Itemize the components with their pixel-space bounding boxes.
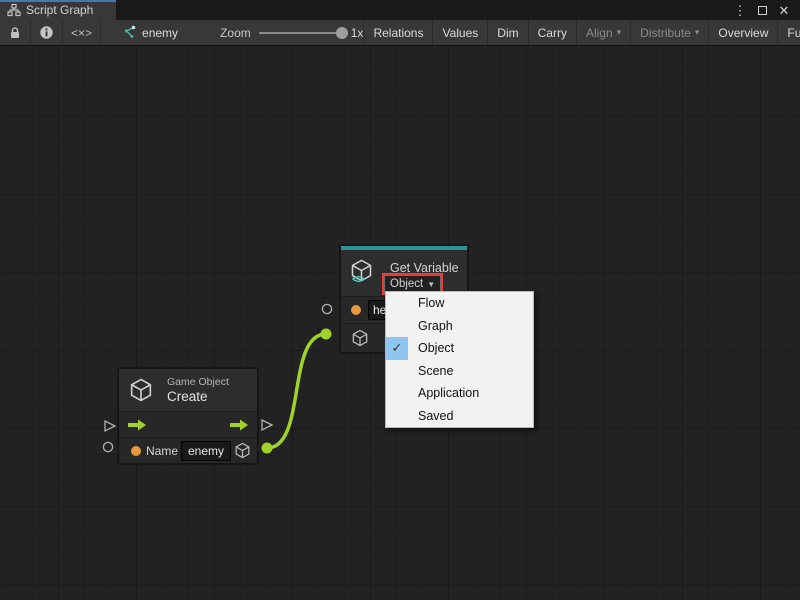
menu-item-label: Object <box>418 341 454 355</box>
close-icon[interactable]: ✕ <box>776 4 792 17</box>
scope-value: Object <box>390 278 423 290</box>
gameobject-cube-icon <box>127 376 155 404</box>
name-label: Name <box>146 444 178 458</box>
node-title: Create <box>167 389 208 404</box>
window-controls: ⋮ ✕ <box>732 0 800 20</box>
chevron-down-icon: ▼ <box>427 280 435 289</box>
menu-item-scene[interactable]: Scene <box>386 360 533 383</box>
window-menu-icon[interactable]: ⋮ <box>732 4 748 17</box>
string-port-dot[interactable] <box>131 446 141 456</box>
gameobject-name-input[interactable] <box>181 441 231 461</box>
flow-output-port[interactable] <box>259 417 275 433</box>
overview-button[interactable]: Overview <box>708 20 777 45</box>
zoom-level: 1x <box>351 26 364 40</box>
menu-item-flow[interactable]: Flow <box>386 292 533 315</box>
lock-icon <box>8 26 22 40</box>
create-node-header: Game Object Create <box>119 369 257 411</box>
carry-button[interactable]: Carry <box>528 20 576 45</box>
scope-context-menu: Flow Graph ✓ Object Scene Application Sa… <box>385 291 534 428</box>
zoom-slider[interactable] <box>259 32 343 34</box>
data-input-port[interactable] <box>102 441 114 453</box>
graph-breadcrumb[interactable]: enemy <box>101 20 178 45</box>
graph-pointer-icon <box>121 25 136 40</box>
code-icon: <×> <box>71 26 92 40</box>
name-row: Name <box>119 437 257 463</box>
flow-row <box>119 411 257 437</box>
zoom-label: Zoom <box>220 26 251 40</box>
lock-button[interactable] <box>0 20 31 45</box>
relations-button[interactable]: Relations <box>363 20 432 45</box>
edit-graph-button[interactable]: <×> <box>63 20 101 45</box>
flow-in-arrow-icon[interactable] <box>127 418 147 432</box>
gameobject-port-cube-icon[interactable] <box>350 328 370 348</box>
script-graph-window: Script Graph ⋮ ✕ <×> <box>0 0 800 600</box>
graph-name: enemy <box>142 26 178 40</box>
dim-button[interactable]: Dim <box>487 20 527 45</box>
tab-bar: Script Graph ⋮ ✕ <box>0 0 800 20</box>
graph-hierarchy-icon <box>7 3 21 17</box>
values-button[interactable]: Values <box>432 20 487 45</box>
info-button[interactable] <box>31 20 63 45</box>
distribute-dropdown-button[interactable]: Distribute <box>630 20 708 45</box>
menu-item-application[interactable]: Application <box>386 382 533 405</box>
node-title: Get Variable <box>390 261 459 275</box>
gameobject-output-cube-icon[interactable] <box>233 441 252 460</box>
flow-out-arrow-icon[interactable] <box>229 418 249 432</box>
menu-item-graph[interactable]: Graph <box>386 315 533 338</box>
graph-toolbar: <×> enemy Zoom 1x Relations Values Dim C… <box>0 20 800 46</box>
create-gameobject-node[interactable]: Game Object Create Name <box>118 368 258 464</box>
code-brackets-icon: <> <box>352 272 364 286</box>
zoom-slider-handle[interactable] <box>336 27 348 39</box>
get-variable-header: <> Get Variable Object ▼ <box>341 250 467 296</box>
check-icon: ✓ <box>386 337 408 360</box>
fullscreen-button[interactable]: Full Screen <box>777 20 800 45</box>
flow-input-port[interactable] <box>102 418 118 434</box>
zoom-control: Zoom 1x <box>220 20 363 45</box>
align-dropdown-button[interactable]: Align <box>576 20 630 45</box>
menu-item-object[interactable]: ✓ Object <box>386 337 533 360</box>
graph-canvas[interactable]: <> Get Variable Object ▼ <box>0 46 800 600</box>
tab-script-graph[interactable]: Script Graph <box>0 0 116 20</box>
maximize-icon[interactable] <box>754 4 770 17</box>
tab-title: Script Graph <box>26 3 93 17</box>
menu-item-saved[interactable]: Saved <box>386 405 533 428</box>
node-supertitle: Game Object <box>167 376 229 388</box>
string-input-port[interactable] <box>321 303 333 315</box>
info-icon <box>39 25 54 40</box>
string-port-dot[interactable] <box>351 305 361 315</box>
